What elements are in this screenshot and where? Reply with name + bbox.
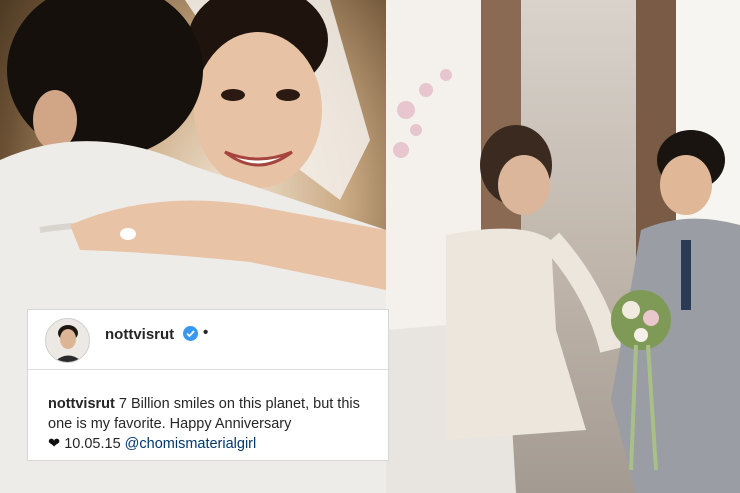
post-caption: nottvisrut 7 Billion smiles on this plan… [48, 394, 378, 454]
header-separator: • [203, 324, 209, 341]
right-photo-seated-couple [386, 0, 740, 493]
post-header: nottvisrut • [28, 310, 388, 370]
caption-username[interactable]: nottvisrut [48, 396, 115, 412]
instagram-post-card: nottvisrut • nottvisrut 7 Billion smiles… [27, 309, 389, 461]
avatar[interactable] [45, 318, 90, 363]
caption-date: 10.05.15 [64, 436, 121, 452]
right-photo-illustration [386, 0, 740, 493]
heart-icon: ❤ [48, 436, 61, 452]
avatar-portrait [46, 319, 89, 362]
caption-mention-link[interactable]: @chomismaterialgirl [125, 436, 257, 452]
post-username[interactable]: nottvisrut [105, 326, 174, 343]
verified-badge-icon [183, 326, 198, 341]
